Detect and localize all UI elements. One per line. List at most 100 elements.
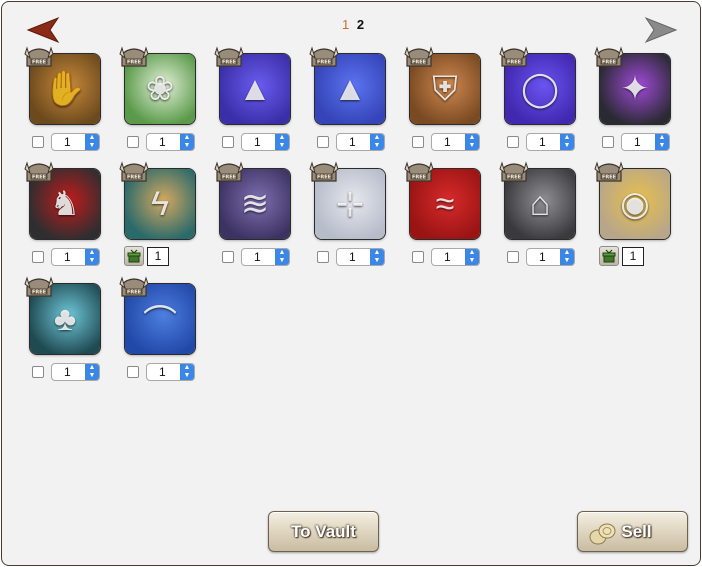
- svg-text:FREE: FREE: [317, 60, 332, 66]
- item-quantity-readonly: 1: [622, 246, 644, 266]
- item-select-checkbox[interactable]: [32, 366, 44, 378]
- free-helmet-badge-icon: FREE: [22, 159, 56, 189]
- free-helmet-badge-icon: FREE: [117, 44, 151, 74]
- quantity-value: 1: [349, 250, 356, 264]
- item-select-checkbox[interactable]: [32, 136, 44, 148]
- quantity-select[interactable]: 1 ▲ ▼: [146, 133, 195, 151]
- spinner-arrows-icon[interactable]: ▲ ▼: [370, 134, 384, 150]
- item-controls: 1 ▲ ▼: [317, 248, 385, 266]
- quantity-select[interactable]: 1 ▲ ▼: [241, 133, 290, 151]
- svg-text:FREE: FREE: [412, 175, 427, 181]
- item-select-checkbox[interactable]: [507, 136, 519, 148]
- spinner-arrows-icon[interactable]: ▲ ▼: [275, 249, 289, 265]
- svg-text:FREE: FREE: [32, 290, 47, 296]
- item-select-checkbox[interactable]: [602, 136, 614, 148]
- gift-box-icon[interactable]: [124, 246, 144, 266]
- item-controls: 1 ▲ ▼: [412, 133, 480, 151]
- spinner-arrows-icon[interactable]: ▲ ▼: [560, 134, 574, 150]
- item-select-checkbox[interactable]: [222, 251, 234, 263]
- quantity-select[interactable]: 1 ▲ ▼: [51, 363, 100, 381]
- quantity-select[interactable]: 1 ▲ ▼: [431, 248, 480, 266]
- quantity-value: 1: [539, 250, 546, 264]
- spinner-arrows-icon[interactable]: ▲ ▼: [465, 134, 479, 150]
- item-slot: FREE ◉ 1: [592, 159, 682, 269]
- item-slot: FREE ✦ 1 ▲ ▼: [592, 44, 682, 154]
- item-slot: FREE ⌒ 1 ▲ ▼: [117, 274, 207, 384]
- spinner-arrows-icon[interactable]: ▲ ▼: [465, 249, 479, 265]
- quantity-value: 1: [444, 250, 451, 264]
- item-select-checkbox[interactable]: [412, 136, 424, 148]
- spinner-arrows-icon[interactable]: ▲ ▼: [370, 249, 384, 265]
- free-helmet-badge-icon: FREE: [402, 44, 436, 74]
- spinner-arrows-icon[interactable]: ▲ ▼: [180, 364, 194, 380]
- page-link-1[interactable]: 1: [342, 17, 349, 32]
- gift-box-icon[interactable]: [599, 246, 619, 266]
- free-helmet-badge-icon: FREE: [212, 44, 246, 74]
- spinner-arrows-icon[interactable]: ▲ ▼: [275, 134, 289, 150]
- quantity-select[interactable]: 1 ▲ ▼: [431, 133, 480, 151]
- spinner-arrows-icon[interactable]: ▲ ▼: [560, 249, 574, 265]
- next-page-arrow-icon[interactable]: [644, 16, 678, 44]
- quantity-select[interactable]: 1 ▲ ▼: [51, 133, 100, 151]
- item-quantity-readonly: 1: [147, 246, 169, 266]
- item-select-checkbox[interactable]: [507, 251, 519, 263]
- sell-label: Sell: [621, 521, 652, 541]
- sell-button[interactable]: Sell: [577, 511, 688, 552]
- svg-text:FREE: FREE: [32, 175, 47, 181]
- spinner-arrows-icon[interactable]: ▲ ▼: [655, 134, 669, 150]
- item-slot: FREE ϟ 1: [117, 159, 207, 269]
- free-helmet-badge-icon: FREE: [117, 274, 151, 304]
- item-select-checkbox[interactable]: [127, 136, 139, 148]
- item-select-checkbox[interactable]: [412, 251, 424, 263]
- quantity-select[interactable]: 1 ▲ ▼: [241, 248, 290, 266]
- inventory-panel: 1 2 FREE ✋ 1 ▲ ▼ FREE ❀ 1 ▲ ▼ FREE ▲ 1 ▲ ▼ FREE ▲ 1 ▲ ▼ FREE…: [1, 1, 701, 566]
- to-vault-button[interactable]: To Vault: [268, 511, 379, 552]
- quantity-select[interactable]: 1 ▲ ▼: [51, 248, 100, 266]
- spinner-arrows-icon[interactable]: ▲ ▼: [180, 134, 194, 150]
- free-helmet-badge-icon: FREE: [592, 44, 626, 74]
- free-helmet-badge-icon: FREE: [402, 159, 436, 189]
- quantity-select[interactable]: 1 ▲ ▼: [526, 248, 575, 266]
- item-select-checkbox[interactable]: [317, 136, 329, 148]
- spinner-arrows-icon[interactable]: ▲ ▼: [85, 364, 99, 380]
- quantity-value: 1: [64, 365, 71, 379]
- item-slot: FREE ♣ 1 ▲ ▼: [22, 274, 112, 384]
- item-slot: FREE ▲ 1 ▲ ▼: [307, 44, 397, 154]
- svg-text:FREE: FREE: [317, 175, 332, 181]
- quantity-value: 1: [349, 135, 356, 149]
- free-helmet-badge-icon: FREE: [22, 274, 56, 304]
- to-vault-label: To Vault: [291, 521, 356, 541]
- quantity-select[interactable]: 1 ▲ ▼: [146, 363, 195, 381]
- item-controls: 1 ▲ ▼: [32, 248, 100, 266]
- item-controls: 1 ▲ ▼: [222, 133, 290, 151]
- gift-controls: 1: [599, 246, 644, 266]
- item-controls: 1 ▲ ▼: [127, 133, 195, 151]
- spinner-arrows-icon[interactable]: ▲ ▼: [85, 249, 99, 265]
- free-helmet-badge-icon: FREE: [307, 159, 341, 189]
- free-helmet-badge-icon: FREE: [117, 159, 151, 189]
- gift-controls: 1: [124, 246, 169, 266]
- item-select-checkbox[interactable]: [32, 251, 44, 263]
- svg-text:FREE: FREE: [602, 175, 617, 181]
- spinner-arrows-icon[interactable]: ▲ ▼: [85, 134, 99, 150]
- quantity-value: 1: [254, 250, 261, 264]
- quantity-select[interactable]: 1 ▲ ▼: [336, 248, 385, 266]
- svg-text:FREE: FREE: [32, 60, 47, 66]
- svg-text:FREE: FREE: [507, 175, 522, 181]
- item-controls: 1 ▲ ▼: [602, 133, 670, 151]
- item-select-checkbox[interactable]: [222, 136, 234, 148]
- item-controls: 1 ▲ ▼: [507, 248, 575, 266]
- svg-text:FREE: FREE: [127, 60, 142, 66]
- item-select-checkbox[interactable]: [317, 251, 329, 263]
- quantity-select[interactable]: 1 ▲ ▼: [526, 133, 575, 151]
- item-controls: 1 ▲ ▼: [32, 363, 100, 381]
- quantity-value: 1: [254, 135, 261, 149]
- item-select-checkbox[interactable]: [127, 366, 139, 378]
- quantity-select[interactable]: 1 ▲ ▼: [336, 133, 385, 151]
- item-controls: 1 ▲ ▼: [32, 133, 100, 151]
- item-controls: 1 ▲ ▼: [222, 248, 290, 266]
- free-helmet-badge-icon: FREE: [212, 159, 246, 189]
- quantity-select[interactable]: 1 ▲ ▼: [621, 133, 670, 151]
- free-helmet-badge-icon: FREE: [592, 159, 626, 189]
- item-controls: 1 ▲ ▼: [507, 133, 575, 151]
